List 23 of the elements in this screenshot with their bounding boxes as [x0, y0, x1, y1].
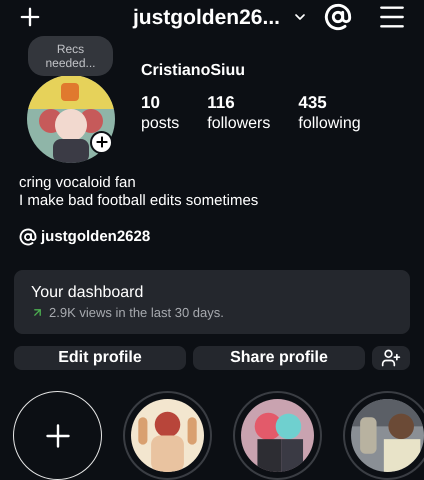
- highlight[interactable]: [123, 391, 212, 480]
- dashboard-card[interactable]: Your dashboard 2.9K views in the last 30 days.: [14, 270, 410, 334]
- highlight[interactable]: [233, 391, 322, 480]
- bio-line: I make bad football edits sometimes: [19, 192, 260, 210]
- add-person-icon: [381, 348, 401, 368]
- new-highlight-button[interactable]: [13, 391, 102, 480]
- dashboard-subtitle: 2.9K views in the last 30 days.: [49, 304, 224, 322]
- stat-count: 116: [207, 92, 236, 112]
- account-username[interactable]: justgolden26...: [132, 2, 280, 33]
- dashboard-title: Your dashboard: [31, 283, 144, 303]
- display-name: CristianoSiuu: [141, 60, 246, 80]
- profile-button[interactable]: Edit profile: [14, 346, 186, 370]
- stat-label[interactable]: posts: [141, 112, 180, 134]
- stat-label[interactable]: followers: [207, 112, 270, 134]
- stat-label[interactable]: following: [298, 112, 361, 134]
- note-bubble[interactable]: Recs needed...: [28, 36, 113, 76]
- bio-line: cring vocaloid fan: [19, 174, 137, 192]
- highlight[interactable]: [343, 391, 424, 480]
- stat-count: 435: [298, 92, 328, 112]
- threads-link[interactable]: justgolden2628: [41, 226, 150, 248]
- discover-people-button[interactable]: [372, 346, 410, 370]
- stat-count: 10: [141, 92, 161, 112]
- profile-button[interactable]: Share profile: [193, 346, 365, 370]
